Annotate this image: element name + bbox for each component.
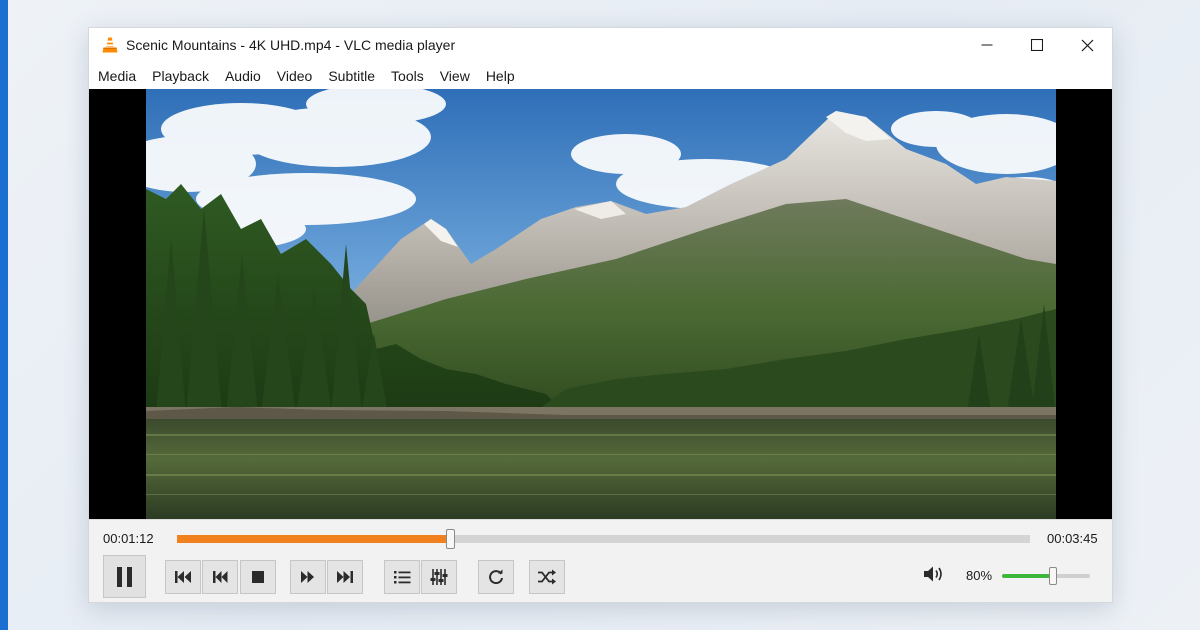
minimize-icon <box>981 39 993 51</box>
elapsed-time: 00:01:12 <box>103 531 154 546</box>
volume-percent: 80% <box>966 568 993 583</box>
previous-icon <box>174 570 192 584</box>
stop-button[interactable] <box>240 560 276 594</box>
maximize-button[interactable] <box>1012 28 1062 62</box>
video-frame-mountain-lake <box>146 89 1056 519</box>
controls-panel: 00:01:12 00:03:45 80% <box>89 519 1112 602</box>
speaker-icon[interactable] <box>921 562 947 586</box>
skip-forward-icon <box>300 570 316 584</box>
menu-playback[interactable]: Playback <box>144 62 217 89</box>
playlist-button[interactable] <box>384 560 420 594</box>
skip-forward-button[interactable] <box>290 560 326 594</box>
volume-slider[interactable] <box>1002 567 1090 585</box>
total-time: 00:03:45 <box>1047 531 1098 546</box>
seek-progress <box>177 535 450 543</box>
loop-icon <box>487 568 505 586</box>
extended-settings-button[interactable] <box>421 560 457 594</box>
page-accent-bar <box>0 0 8 630</box>
extended-settings-icon <box>430 568 448 586</box>
close-icon <box>1081 39 1094 52</box>
menu-bar: Media Playback Audio Video Subtitle Tool… <box>89 62 1112 89</box>
menu-view[interactable]: View <box>432 62 478 89</box>
stop-icon <box>251 570 265 584</box>
menu-audio[interactable]: Audio <box>217 62 269 89</box>
window-title: Scenic Mountains - 4K UHD.mp4 - VLC medi… <box>126 37 456 53</box>
next-button[interactable] <box>327 560 363 594</box>
menu-media[interactable]: Media <box>90 62 144 89</box>
volume-handle[interactable] <box>1049 567 1058 585</box>
playlist-icon <box>393 569 411 585</box>
menu-subtitle[interactable]: Subtitle <box>320 62 383 89</box>
pause-button[interactable] <box>103 555 146 598</box>
loop-button[interactable] <box>478 560 514 594</box>
video-display[interactable] <box>89 89 1112 519</box>
minimize-button-real[interactable] <box>962 28 1012 62</box>
pause-icon <box>115 566 135 588</box>
shuffle-button[interactable] <box>529 560 565 594</box>
shuffle-icon <box>537 569 557 585</box>
maximize-icon <box>1031 39 1043 51</box>
skip-back-button[interactable] <box>202 560 238 594</box>
volume-level <box>1002 574 1054 578</box>
vlc-window: Scenic Mountains - 4K UHD.mp4 - VLC medi… <box>88 27 1113 603</box>
video-scene-image <box>146 89 1056 519</box>
menu-video[interactable]: Video <box>269 62 321 89</box>
previous-button[interactable] <box>165 560 201 594</box>
seek-bar[interactable] <box>177 529 1030 549</box>
next-icon <box>336 570 354 584</box>
menu-help[interactable]: Help <box>478 62 523 89</box>
seek-handle[interactable] <box>445 529 455 549</box>
title-bar[interactable]: Scenic Mountains - 4K UHD.mp4 - VLC medi… <box>89 28 1112 62</box>
close-button[interactable] <box>1062 28 1112 62</box>
skip-back-icon <box>212 570 228 584</box>
vlc-cone-icon <box>101 36 119 54</box>
menu-tools[interactable]: Tools <box>383 62 432 89</box>
